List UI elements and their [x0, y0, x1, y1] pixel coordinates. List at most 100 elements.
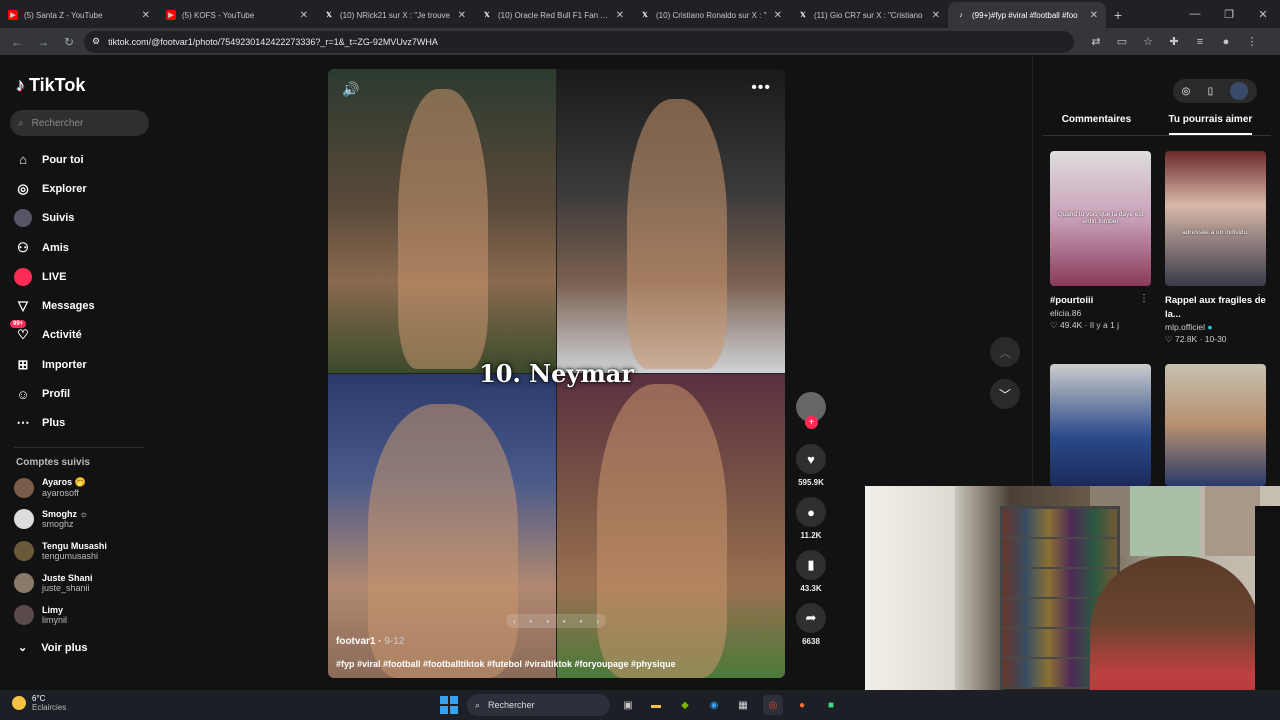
- suggested-card[interactable]: [1165, 364, 1266, 486]
- chevron-up-icon[interactable]: ︿: [990, 337, 1020, 367]
- close-tab-icon[interactable]: ✕: [458, 10, 466, 21]
- x-icon: 𝕏: [800, 12, 806, 19]
- nav-live[interactable]: LIVE: [14, 262, 95, 291]
- search-input[interactable]: ⌕ Rechercher: [10, 110, 149, 136]
- heart-icon: ♡: [1050, 320, 1058, 330]
- tab-comments[interactable]: Commentaires: [1062, 114, 1131, 135]
- back-icon[interactable]: ←: [6, 31, 28, 53]
- followed-account[interactable]: Smoghz ☼ smoghz: [14, 509, 88, 529]
- close-window-icon[interactable]: ✕: [1246, 0, 1280, 28]
- browser-tab[interactable]: 𝕏 (10) Cristiano Ronaldo sur X : " ✕: [632, 2, 790, 28]
- follow-plus-icon[interactable]: +: [805, 416, 818, 429]
- media-icon[interactable]: ≡: [1190, 32, 1210, 52]
- avatar[interactable]: [1230, 82, 1249, 100]
- kebab-icon[interactable]: ⋮: [1139, 293, 1149, 304]
- browser-tab[interactable]: 𝕏 (10) NRick21 sur X : "Je trouve ✕: [316, 2, 474, 28]
- restore-icon[interactable]: ❐: [1212, 0, 1246, 28]
- account-handle: limynil: [42, 615, 68, 625]
- close-tab-icon[interactable]: ✕: [774, 10, 782, 21]
- task-view-icon[interactable]: ▣: [618, 695, 638, 715]
- nav-messages[interactable]: ▽ Messages: [14, 291, 95, 320]
- nav-explorer[interactable]: ◎ Explorer: [14, 174, 95, 203]
- nav-amis[interactable]: ⚇ Amis: [14, 233, 95, 262]
- followed-account[interactable]: Limy limynil: [14, 605, 67, 625]
- close-tab-icon[interactable]: ✕: [300, 10, 308, 21]
- compass-icon[interactable]: ◎: [1182, 86, 1191, 97]
- chrome-icon[interactable]: ◎: [763, 695, 783, 715]
- close-tab-icon[interactable]: ✕: [616, 10, 624, 21]
- chevron-left-icon[interactable]: ‹: [513, 617, 516, 626]
- followed-account[interactable]: Juste Shani juste_shanii: [14, 573, 93, 593]
- browser-tab[interactable]: ▶ (5) KOFS - YouTube ✕: [158, 2, 316, 28]
- browser-tab[interactable]: ▶ (5) Santa Z - YouTube ✕: [0, 2, 158, 28]
- author-avatar[interactable]: +: [796, 392, 826, 429]
- phone-icon[interactable]: ▯: [1208, 86, 1214, 97]
- nav-suivis[interactable]: Suivis: [14, 204, 95, 233]
- like-button[interactable]: ♥ 595.9K: [795, 444, 827, 487]
- post-hashtags[interactable]: #fyp #viral #football #footballtiktok #f…: [336, 659, 676, 669]
- avatar: [14, 509, 34, 529]
- tiktok-logo[interactable]: ♪ TikTok: [16, 75, 85, 96]
- browser-tab-active[interactable]: ♪ (99+)#fyp #viral #football #foo ✕: [948, 2, 1106, 28]
- bookmark-star-icon[interactable]: ☆: [1138, 32, 1158, 52]
- comment-button[interactable]: ● 11.2K: [795, 497, 827, 540]
- extensions-icon[interactable]: ✚: [1164, 32, 1184, 52]
- windows-start-icon[interactable]: [440, 696, 458, 714]
- kebab-icon[interactable]: ⋮: [1254, 293, 1264, 304]
- more-options-icon[interactable]: •••: [751, 79, 771, 97]
- nvidia-icon[interactable]: ◆: [675, 695, 695, 715]
- chevron-down-icon[interactable]: ﹀: [990, 379, 1020, 409]
- menu-icon[interactable]: ⋮: [1242, 32, 1262, 52]
- browser-tab[interactable]: 𝕏 (10) Oracle Red Bull F1 Fan Acc ✕: [474, 2, 632, 28]
- nav-pour-toi[interactable]: ⌂ Pour toi: [14, 145, 95, 174]
- tab-title: (10) Cristiano Ronaldo sur X : ": [656, 10, 767, 20]
- suggested-card[interactable]: Quand tu vois que la daye est enfin tomb…: [1050, 151, 1151, 331]
- translate-icon[interactable]: ⇄: [1086, 32, 1106, 52]
- chevron-right-icon[interactable]: ›: [596, 617, 599, 626]
- cast-icon[interactable]: ▭: [1112, 32, 1132, 52]
- volume-icon[interactable]: 🔊: [342, 81, 359, 98]
- dot-icon: •: [579, 616, 583, 626]
- site-info-icon[interactable]: ⚙: [92, 36, 100, 47]
- followed-account[interactable]: Tengu Musashi tengumusashi: [14, 541, 107, 561]
- card-thumbnail: Quand tu vois que la daye est enfin tomb…: [1050, 151, 1151, 286]
- forward-icon[interactable]: →: [32, 31, 54, 53]
- see-more-button[interactable]: ⌄ Voir plus: [18, 641, 87, 655]
- carousel-indicator[interactable]: ‹ • • • • ›: [506, 614, 606, 628]
- app-icon[interactable]: ■: [821, 695, 841, 715]
- friends-icon: ⚇: [17, 239, 29, 255]
- account-emoji: 🤭: [74, 477, 86, 487]
- account-name: Ayaros: [42, 477, 73, 487]
- file-explorer-icon[interactable]: ▬: [646, 695, 666, 715]
- tab-suggested[interactable]: Tu pourrais aimer: [1168, 114, 1253, 135]
- save-button[interactable]: ▮ 43.3K: [795, 550, 827, 593]
- url-bar[interactable]: ⚙ tiktok.com/@footvar1/photo/75492301424…: [84, 30, 1074, 53]
- post-author[interactable]: footvar1 · 9-12: [336, 636, 404, 647]
- profile-icon[interactable]: ●: [1216, 32, 1236, 52]
- nav-label: Plus: [42, 417, 66, 430]
- nav-importer[interactable]: ⊞ Importer: [14, 350, 95, 379]
- close-tab-icon[interactable]: ✕: [932, 10, 940, 21]
- new-tab-button[interactable]: +: [1106, 2, 1130, 28]
- account-handle: smoghz: [42, 519, 74, 529]
- nav-activite[interactable]: ♡ 99+ Activité: [10, 320, 95, 350]
- suggested-card[interactable]: adressée à un individu. Rappel aux fragi…: [1165, 151, 1266, 345]
- reload-icon[interactable]: ↻: [58, 31, 80, 53]
- edge-icon[interactable]: ◉: [704, 695, 724, 715]
- store-icon[interactable]: ▦: [733, 695, 753, 715]
- share-button[interactable]: ➦ 6638: [795, 603, 827, 646]
- firefox-icon[interactable]: ●: [792, 695, 812, 715]
- taskbar-search[interactable]: ⌕ Rechercher: [467, 694, 610, 716]
- right-tabs: Commentaires Tu pourrais aimer: [1043, 114, 1271, 136]
- suggested-card[interactable]: [1050, 364, 1151, 486]
- close-tab-icon[interactable]: ✕: [1090, 10, 1098, 21]
- browser-tab[interactable]: 𝕏 (11) Gio CR7 sur X : "Cristiano ✕: [790, 2, 948, 28]
- photo-post[interactable]: 10. Neymar 🔊 ••• ‹ • • • • › footvar1 · 9-1…: [328, 69, 785, 678]
- nav-profil[interactable]: ☺ Profil: [14, 379, 95, 408]
- close-tab-icon[interactable]: ✕: [142, 10, 150, 21]
- weather-widget[interactable]: 6°C Eclaircies: [12, 694, 66, 712]
- followed-account[interactable]: Ayaros 🤭 ayarosoff: [14, 477, 86, 498]
- minimize-icon[interactable]: —: [1178, 0, 1212, 28]
- nav-plus[interactable]: ⋯ Plus: [14, 409, 95, 438]
- activity-icon: ♡ 99+: [10, 320, 32, 344]
